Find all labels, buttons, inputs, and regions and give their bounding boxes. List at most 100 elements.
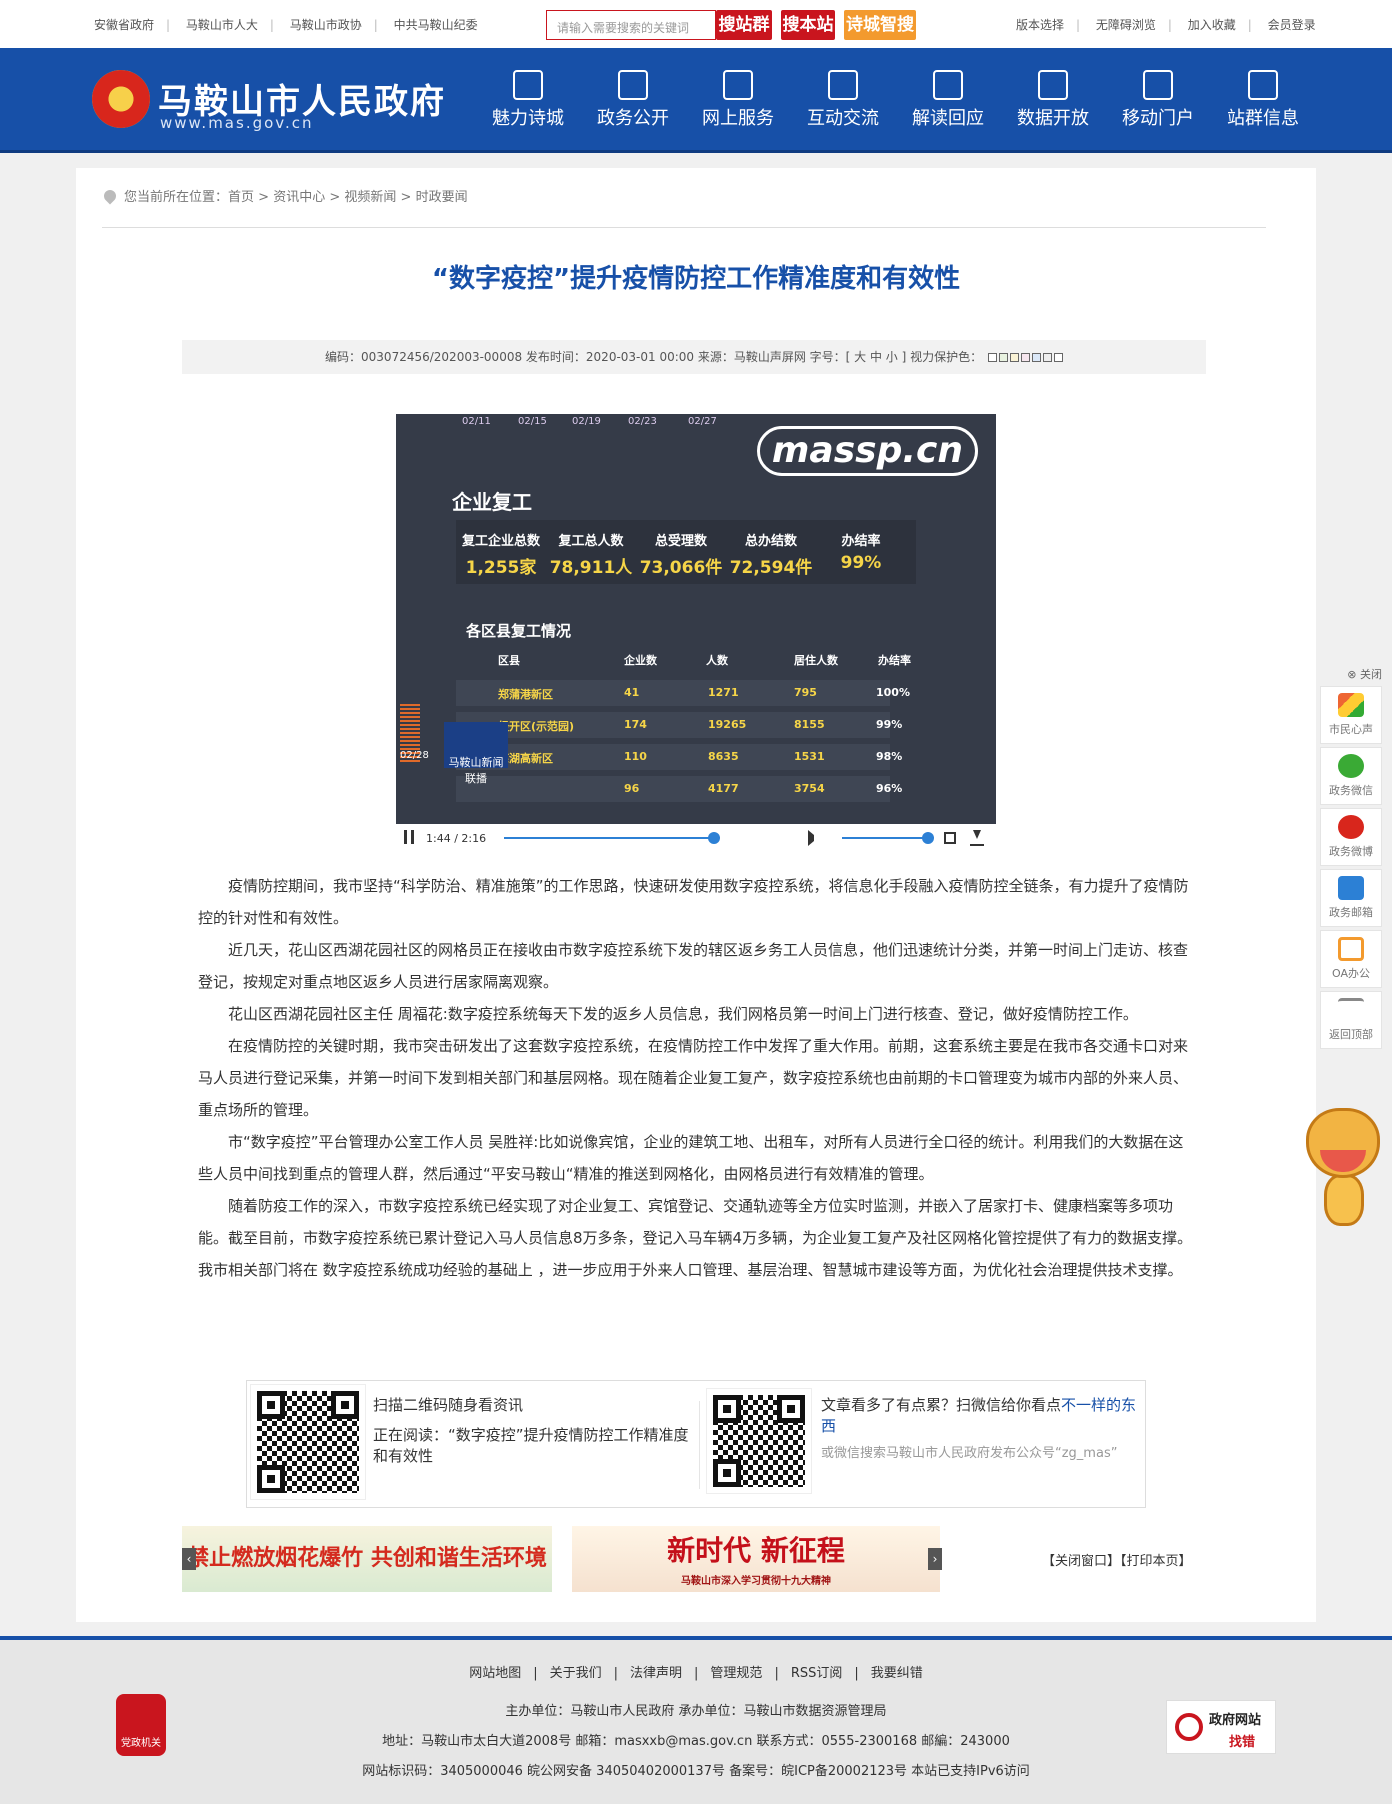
download-icon[interactable] [970,830,984,846]
nav-interaction[interactable]: 互动交流 [793,62,893,130]
nav-data[interactable]: 数据开放 [1003,62,1103,130]
site-footer: 网站地图 | 关于我们 | 法律声明 | 管理规范 | RSS订阅 | 我要纠错 主办单位：马鞍山市… [0,1636,1392,1804]
nav-interpret[interactable]: 解读回应 [898,62,998,130]
search-group-button[interactable]: 搜站群 [716,10,772,40]
book-icon [933,70,963,100]
site-header: 马鞍山市人民政府 www.mas.gov.cn 魅力诗城 政务公开 网上服务 互… [0,48,1392,153]
print-link[interactable]: 【打印本页】 [1120,1554,1192,1569]
search-site-button[interactable]: 搜本站 [781,10,835,40]
qr-share-box: 扫描二维码随身看资讯 正在阅读：“数字疫控”提升疫情防控工作精准度和有效性 文章… [246,1380,1146,1508]
banner-new-era[interactable]: 新时代 新征程 马鞍山市深入学习贯彻十九大精神 [572,1526,940,1592]
sidebar-item-wechat[interactable]: 政务微信 [1320,747,1382,805]
accessibility-link[interactable]: 无障碍浏览 [1090,18,1162,32]
crumb-news[interactable]: 时政要闻 [416,190,468,205]
video-subtitle: 各区县复工情况 [466,622,572,640]
footer-about[interactable]: 关于我们 [538,1666,614,1681]
qr-code-page [250,1384,366,1500]
massp-watermark: massp.cn [756,426,978,476]
sidebar-item-top[interactable]: 返回顶部 [1320,991,1382,1049]
progress-bar[interactable] [504,837,714,839]
video-player[interactable]: 02/11 02/15 02/19 02/23 02/27 massp.cn 企… [396,414,996,852]
color-blue-swatch[interactable] [1031,353,1041,362]
crumb-info[interactable]: 资讯中心 [273,190,325,205]
weibo-icon [1338,815,1364,839]
location-pin-icon [101,187,119,205]
national-emblem-icon [92,70,150,128]
sidebar-item-mail[interactable]: 政务邮箱 [1320,869,1382,927]
search-input[interactable]: 请输入需要搜索的关键词 [546,10,716,40]
video-controls: 1:44 / 2:16 [396,824,996,852]
version-link[interactable]: 版本选择 [1010,18,1070,32]
monitor-icon [1338,937,1364,961]
video-row: 郑蒲港新区 41 1271 795 100% [456,680,910,706]
chart-icon [1038,70,1068,100]
gov-site-report-badge[interactable]: 政府网站 找错 [1166,1700,1276,1754]
link-jiwei[interactable]: 中共马鞍山纪委 [388,18,484,32]
link-renda[interactable]: 马鞍山市人大 [180,18,264,32]
article-body: 疫情防控期间，我市坚持“科学防治、精准施策”的工作思路，快速研发使用数字疫控系统… [198,877,1193,1279]
color-green-swatch[interactable] [998,353,1008,362]
pause-icon[interactable] [404,830,414,844]
color-yellow-swatch[interactable] [1009,353,1019,362]
breadcrumb: 您当前所在位置：首页 > 资讯中心 > 视频新闻 > 时政要闻 [101,186,1266,228]
link-anhui[interactable]: 安徽省政府 [88,18,160,32]
color-grey-swatch[interactable] [1042,353,1052,362]
crumb-video[interactable]: 视频新闻 [344,190,396,205]
sidebar-item-oa[interactable]: OA办公 [1320,930,1382,988]
qr-code-wechat [706,1388,812,1494]
chat-icon [828,70,858,100]
footer-rss[interactable]: RSS订阅 [779,1666,855,1681]
floating-sidebar: ⊗ 关闭 市民心声 政务微信 政务微博 政务邮箱 OA办公 返回顶部 [1320,666,1382,1052]
color-pink-swatch[interactable] [1020,353,1030,362]
banner-fireworks[interactable]: 禁止燃放烟花爆竹 共创和谐生活环境 [182,1526,552,1592]
crumb-home[interactable]: 首页 [228,190,254,205]
party-gov-badge[interactable]: 党政机关 [116,1694,166,1756]
progress-knob[interactable] [708,832,720,844]
nav-meili[interactable]: 魅力诗城 [478,62,578,130]
fullscreen-icon[interactable] [944,832,956,844]
news-program-logo: 马鞍山新闻联播 [444,722,508,785]
sidebar-item-voice[interactable]: 市民心声 [1320,686,1382,744]
smart-search-button[interactable]: 诗城智搜 [844,10,916,40]
site-url: www.mas.gov.cn [160,114,314,132]
video-time: 1:44 / 2:16 [426,832,487,845]
footer-links: 网站地图 | 关于我们 | 法律声明 | 管理规范 | RSS订阅 | 我要纠错 [0,1662,1392,1681]
footer-report[interactable]: 我要纠错 [859,1666,935,1681]
sidebar-item-weibo[interactable]: 政务微博 [1320,808,1382,866]
nav-mobile[interactable]: 移动门户 [1108,62,1208,130]
footer-rules[interactable]: 管理规范 [698,1666,774,1681]
nav-service[interactable]: 网上服务 [688,62,788,130]
close-window-link[interactable]: 【关闭窗口】 [1042,1554,1120,1569]
video-stats: 复工企业总数 1,255家 复工总人数 78,911人 总受理数 73,066件 总办… [456,520,916,584]
nav-sites[interactable]: 站群信息 [1213,62,1313,130]
color-default-swatch[interactable] [1053,353,1063,362]
color-white-swatch[interactable] [987,353,997,362]
login-link[interactable]: 会员登录 [1262,18,1322,32]
banner-next-icon[interactable]: › [928,1548,942,1570]
favorite-link[interactable]: 加入收藏 [1182,18,1242,32]
utility-links: 版本选择 | 无障碍浏览 | 加入收藏 | 会员登录 [1010,16,1322,33]
rainbow-icon [1338,693,1364,717]
video-frame[interactable]: 02/11 02/15 02/19 02/23 02/27 massp.cn 企… [396,414,996,824]
volume-icon[interactable] [808,830,824,846]
volume-bar[interactable] [842,837,928,839]
video-section-title: 企业复工 [452,490,532,514]
wechat-icon [1338,754,1364,778]
page-actions: 【关闭窗口】【打印本页】 [1042,1550,1192,1569]
volume-knob[interactable] [922,832,934,844]
footer-legal[interactable]: 法律声明 [618,1666,694,1681]
document-icon [618,70,648,100]
video-row: 慈湖高新区 110 8635 1531 98% [456,744,902,770]
arrow-up-icon [1338,998,1364,1022]
video-row: 96 4177 3754 96% [456,776,902,802]
link-zhengxie[interactable]: 马鞍山市政协 [284,18,368,32]
sidebar-close[interactable]: ⊗ 关闭 [1320,666,1382,682]
article-meta: 编码：003072456/202003-00008 发布时间：2020-03-0… [182,340,1206,374]
horse-mascot-icon[interactable] [1298,1098,1388,1232]
footer-sitemap[interactable]: 网站地图 [457,1666,533,1681]
monitor-icon [723,70,753,100]
banner-prev-icon[interactable]: ‹ [182,1548,196,1570]
nav-zhengwu[interactable]: 政务公开 [583,62,683,130]
top-bar: 安徽省政府 | 马鞍山市人大 | 马鞍山市政协 | 中共马鞍山纪委 请输入需要搜索的关… [0,0,1392,48]
footer-ids: 网站标识码：3405000046 皖公网安备 34050402000137号 备… [362,1764,1030,1779]
